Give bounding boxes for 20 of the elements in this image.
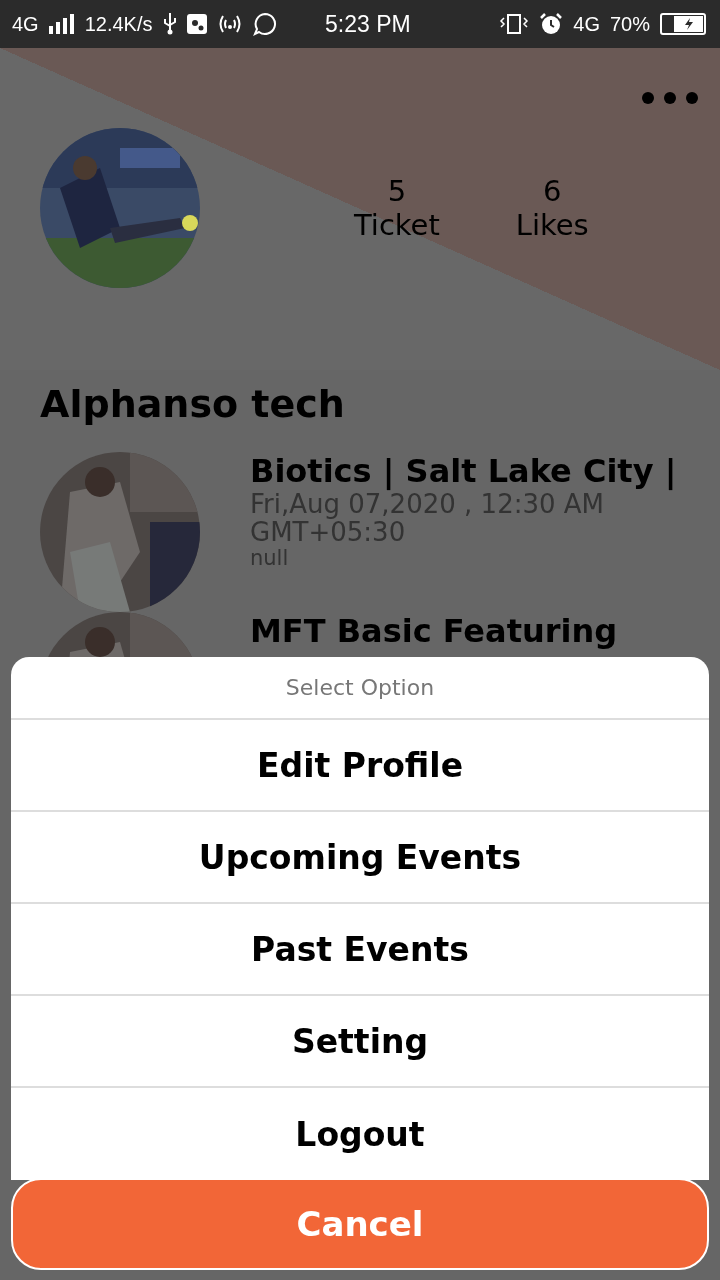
vibrate-icon — [499, 13, 530, 35]
battery-level: 70% — [609, 12, 650, 36]
network-type: 4G — [573, 12, 600, 36]
stat-count: 6 — [543, 174, 562, 208]
battery-icon — [660, 13, 708, 35]
more-icon[interactable] — [640, 90, 700, 106]
network-type: 4G — [12, 12, 39, 36]
usb-icon — [162, 13, 177, 35]
stat-count: 5 — [387, 174, 407, 208]
clock: 5:23 PM — [325, 10, 411, 38]
event-title: Biotics | Salt Lake City | — [250, 452, 677, 490]
network-speed: 12.4K/s — [84, 12, 153, 36]
event-title: MFT Basic Featuring — [250, 612, 618, 650]
stat-label: Likes — [515, 208, 589, 242]
profile-name: Alphanso tech — [39, 381, 346, 426]
alarm-icon — [539, 12, 564, 36]
app-icon — [186, 14, 207, 34]
chat-icon — [252, 12, 277, 36]
stat-label: Ticket — [354, 208, 440, 242]
signal-icon — [48, 14, 75, 34]
